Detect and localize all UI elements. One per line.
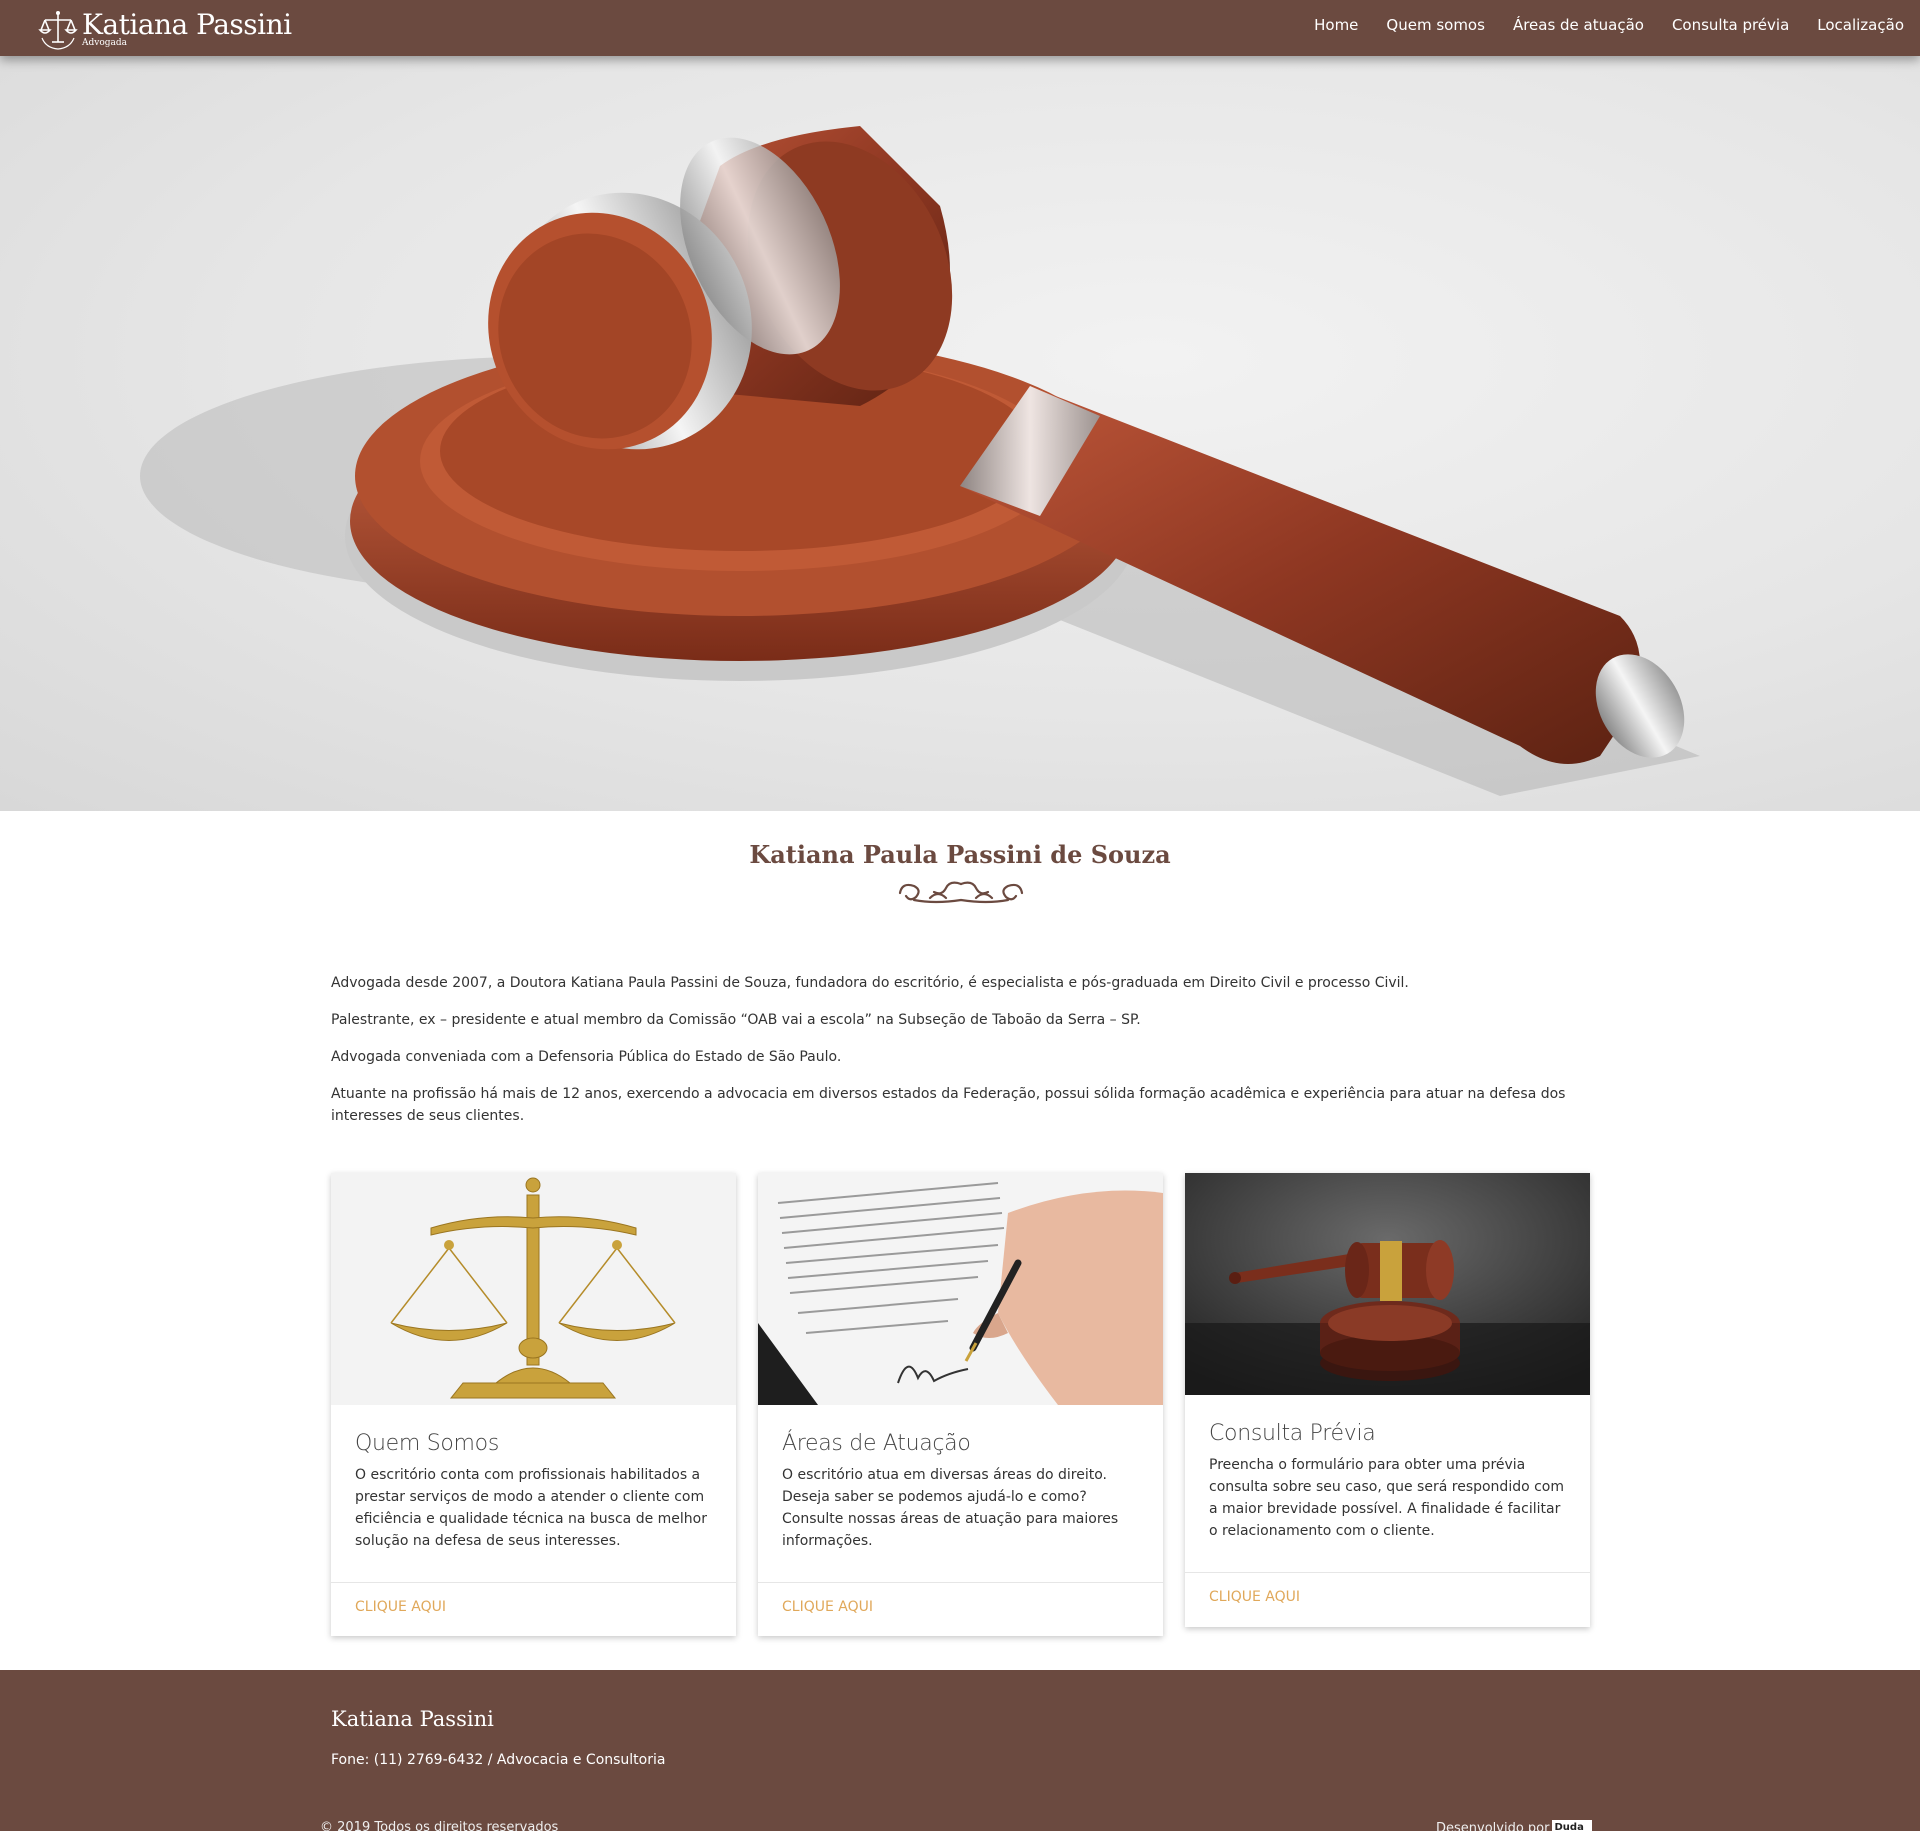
bio-paragraph: Advogada conveniada com a Defensoria Púb… (331, 1049, 842, 1065)
card-image-signing (758, 1173, 1163, 1405)
footer-developed-by: Desenvolvido por (1436, 1820, 1550, 1831)
site-footer: Katiana Passini Fone: (11) 2769-6432 / A… (0, 1670, 1920, 1831)
card-title: Áreas de Atuação (782, 1431, 971, 1456)
top-navbar: Katiana Passini Advogada Home Quem somos… (0, 0, 1920, 56)
card-body: Quem Somos O escritório conta com profis… (331, 1405, 736, 1583)
card-cta-link[interactable]: CLIQUE AQUI (758, 1583, 1163, 1615)
brand-name: Katiana Passini (82, 8, 292, 41)
duda-logo-icon: Duda (1552, 1820, 1593, 1831)
nav-item-home[interactable]: Home (1314, 16, 1358, 34)
footer-copyright: © 2019 Todos os direitos reservados (320, 1820, 559, 1831)
card-image-scales (331, 1173, 736, 1405)
card-consulta-previa: Consulta Prévia Preencha o formulário pa… (1185, 1173, 1590, 1627)
card-image-gavel (1185, 1173, 1590, 1395)
signing-document-illustration (758, 1173, 1163, 1405)
profile-title: Katiana Paula Passini de Souza (749, 840, 1171, 869)
card-text: O escritório atua em diversas áreas do d… (782, 1467, 1119, 1549)
scales-of-justice-icon (38, 11, 78, 50)
bio-paragraph: Palestrante, ex – presidente e atual mem… (331, 1012, 1141, 1028)
gavel-illustration (140, 126, 1700, 796)
nav-item-areas-de-atuacao[interactable]: Áreas de atuação (1513, 16, 1644, 34)
main-nav: Home Quem somos Áreas de atuação Consult… (1300, 0, 1920, 50)
bio-paragraph: Advogada desde 2007, a Doutora Katiana P… (331, 975, 1409, 991)
card-quem-somos: Quem Somos O escritório conta com profis… (331, 1173, 736, 1636)
card-body: Consulta Prévia Preencha o formulário pa… (1185, 1395, 1590, 1573)
footer-phone: Fone: (11) 2769-6432 / Advocacia e Consu… (331, 1752, 666, 1768)
footer-developer[interactable]: Desenvolvido por Duda (1436, 1820, 1593, 1831)
card-areas-de-atuacao: Áreas de Atuação O escritório atua em di… (758, 1173, 1163, 1636)
brand-logo-link[interactable]: Katiana Passini Advogada (38, 8, 292, 52)
hero-image (0, 56, 1920, 811)
dark-gavel-illustration (1185, 1173, 1590, 1395)
bio-paragraph: Atuante na profissão há mais de 12 anos,… (331, 1086, 1566, 1124)
golden-scales-illustration (331, 1173, 736, 1405)
footer-brand-name: Katiana Passini (331, 1707, 494, 1731)
card-body: Áreas de Atuação O escritório atua em di… (758, 1405, 1163, 1583)
card-cta-link[interactable]: CLIQUE AQUI (331, 1583, 736, 1615)
nav-item-consulta-previa[interactable]: Consulta prévia (1672, 16, 1789, 34)
bio-section: Advogada desde 2007, a Doutora Katiana P… (331, 972, 1591, 1142)
nav-item-localizacao[interactable]: Localização (1817, 16, 1904, 34)
nav-item-quem-somos[interactable]: Quem somos (1386, 16, 1485, 34)
card-text: Preencha o formulário para obter uma pré… (1209, 1457, 1565, 1539)
scroll-ornament-icon (898, 881, 1024, 904)
card-title: Consulta Prévia (1209, 1421, 1376, 1446)
card-title: Quem Somos (355, 1431, 499, 1456)
card-cta-link[interactable]: CLIQUE AQUI (1185, 1573, 1590, 1605)
card-text: O escritório conta com profissionais hab… (355, 1467, 707, 1549)
